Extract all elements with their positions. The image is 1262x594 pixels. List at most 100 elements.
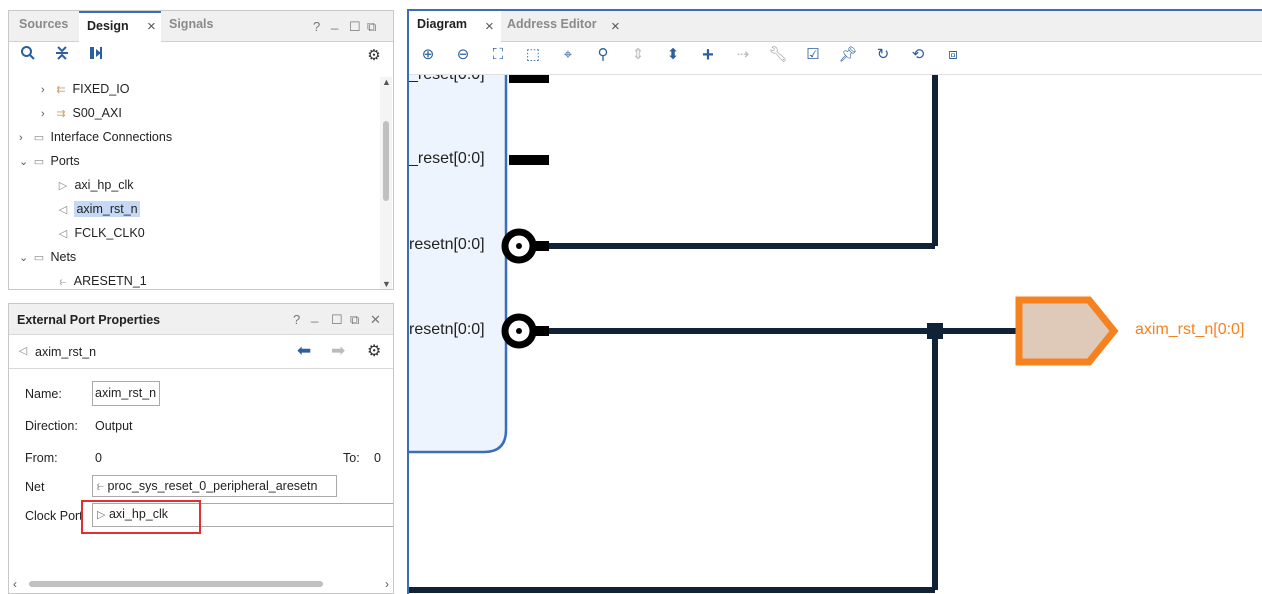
tree-item-nets[interactable]: ⌄ ▭ Nets <box>19 247 76 267</box>
search-icon[interactable] <box>17 45 39 67</box>
tree-item-label: Interface Connections <box>50 130 173 144</box>
wrench-icon[interactable]: 🔧︎ <box>767 44 789 66</box>
help-icon[interactable]: ? <box>293 312 300 327</box>
close-icon[interactable]: ✕ <box>370 312 381 328</box>
ip-block <box>409 75 508 454</box>
maximize-icon[interactable]: ☐ <box>331 312 343 328</box>
highlight-box <box>81 500 201 534</box>
chevron-down-icon[interactable]: ⌄ <box>19 152 31 172</box>
minimize-icon[interactable]: _ <box>311 308 318 323</box>
tab-signals[interactable]: Signals <box>161 11 221 41</box>
close-icon[interactable]: × <box>611 18 620 35</box>
name-label: Name: <box>25 387 62 401</box>
back-arrow-icon[interactable]: ⬅ <box>297 341 311 361</box>
tree-item-axim-rst-n[interactable]: ◁ axim_rst_n <box>55 199 140 219</box>
collapse-all-icon[interactable] <box>51 45 73 67</box>
help-icon[interactable]: ? <box>313 19 320 34</box>
pin-stub <box>509 155 549 165</box>
pin-label: resetn[0:0] <box>409 236 485 253</box>
maximize-icon[interactable]: ☐ <box>349 19 361 35</box>
scrollbar-thumb[interactable] <box>29 581 323 587</box>
float-icon[interactable]: ⧉ <box>350 312 359 328</box>
add-ip-icon[interactable]: + <box>697 44 719 66</box>
float-icon[interactable]: ⧉ <box>367 19 376 35</box>
tree-item-interface-connections[interactable]: › ▭ Interface Connections <box>19 127 172 147</box>
sources-panel: Sources Design × Signals ? _ ☐ ⧉ ⚙ › ⇇ FI… <box>8 10 394 290</box>
tree-item-ports[interactable]: ⌄ ▭ Ports <box>19 151 80 171</box>
search-icon[interactable]: ⚲ <box>592 44 614 66</box>
tree-item-s00-axi[interactable]: › ⇉ S00_AXI <box>41 103 122 123</box>
interface-port-icon: ⇇ <box>56 84 66 96</box>
direction-label: Direction: <box>25 419 78 433</box>
zoom-fit-icon[interactable]: ⛶ <box>487 44 509 66</box>
close-icon[interactable]: × <box>485 18 494 35</box>
tab-sources[interactable]: Sources <box>11 11 76 41</box>
tree-scrollbar[interactable]: ▲ ▼ <box>380 77 392 289</box>
refresh-icon[interactable]: ↻ <box>872 44 894 66</box>
output-port-icon: ◁ <box>58 228 68 240</box>
net-field[interactable]: ⥼ proc_sys_reset_0_peripheral_aresetn <box>92 475 337 497</box>
properties-body: Name: axim_rst_n Direction: Output From:… <box>9 370 393 576</box>
diagram-tabbar: Diagram × Address Editor × <box>409 11 1262 42</box>
minimize-icon[interactable]: _ <box>331 15 338 30</box>
pin-label: _reset[0:0] <box>409 75 485 84</box>
pin-inverted <box>501 228 549 264</box>
zoom-out-icon[interactable]: ⊖ <box>452 44 474 66</box>
crosshair-icon[interactable]: ⌖ <box>557 44 579 66</box>
scroll-up-icon[interactable]: ▲ <box>382 77 391 87</box>
validate-icon[interactable]: ☑ <box>802 44 824 66</box>
tree-item-label: axim_rst_n <box>74 201 140 217</box>
settings-gear-icon[interactable]: ⚙ <box>363 45 385 67</box>
make-external-icon[interactable]: ⇢ <box>732 44 754 66</box>
external-port-label[interactable]: axim_rst_n[0:0] <box>1135 321 1244 339</box>
chevron-right-icon[interactable]: › <box>41 104 53 124</box>
net-icon: ⥼ <box>97 479 105 493</box>
folder-icon: ▭ <box>33 252 45 264</box>
scroll-left-icon[interactable]: ‹ <box>13 577 17 591</box>
pin-stub <box>509 75 549 83</box>
object-name: axim_rst_n <box>35 345 97 359</box>
folder-icon: ▭ <box>33 156 45 168</box>
tree-item-fixed-io[interactable]: › ⇇ FIXED_IO <box>41 79 129 99</box>
close-icon[interactable]: × <box>147 18 156 35</box>
collapse-all-icon[interactable]: ⇕ <box>627 44 649 66</box>
zoom-in-icon[interactable]: ⊕ <box>417 44 439 66</box>
forward-arrow-icon[interactable]: ➡ <box>331 341 345 361</box>
properties-panel: External Port Properties ? _ ☐ ⧉ ✕ ◁ axi… <box>8 303 394 594</box>
chevron-right-icon[interactable]: › <box>19 128 31 148</box>
design-tree: › ⇇ FIXED_IO › ⇉ S00_AXI › ▭ Interface Conn… <box>9 77 381 289</box>
tree-item-label: S00_AXI <box>72 106 122 120</box>
horizontal-scrollbar[interactable]: ‹ › <box>9 577 393 591</box>
tree-item-label: FCLK_CLK0 <box>74 226 145 240</box>
tree-item-label: FIXED_IO <box>72 82 130 96</box>
pin-inverted <box>501 313 549 349</box>
from-value: 0 <box>95 451 102 465</box>
tree-item-axi-hp-clk[interactable]: ▷ axi_hp_clk <box>55 175 134 195</box>
panel-title: External Port Properties <box>17 313 161 327</box>
expand-all-icon[interactable]: ⬍ <box>662 44 684 66</box>
settings-gear-icon[interactable]: ⚙ <box>367 341 381 361</box>
scroll-down-icon[interactable]: ▼ <box>382 279 391 289</box>
properties-header: External Port Properties ? _ ☐ ⧉ ✕ <box>9 304 393 335</box>
diagram-canvas[interactable]: _reset[0:0] _reset[0:0] resetn[0:0] rese… <box>409 75 1262 594</box>
chevron-down-icon[interactable]: ⌄ <box>19 248 31 268</box>
to-value: 0 <box>374 451 381 465</box>
regenerate-layout-icon[interactable]: ⟲ <box>907 44 929 66</box>
tree-item-fclk-clk0[interactable]: ◁ FCLK_CLK0 <box>55 223 145 243</box>
diagram-panel: Diagram × Address Editor × ⊕ ⊖ ⛶ ⬚ ⌖ ⚲ ⇕… <box>407 9 1262 594</box>
scrollbar-thumb[interactable] <box>383 121 389 201</box>
tab-address-editor[interactable]: Address Editor <box>499 11 605 41</box>
block-icon[interactable]: ⧈ <box>942 44 964 66</box>
scroll-right-icon[interactable]: › <box>385 577 389 591</box>
expand-all-icon[interactable] <box>85 45 107 67</box>
pin-icon[interactable]: 📌︎ <box>837 44 859 66</box>
name-field[interactable]: axim_rst_n <box>92 381 160 406</box>
tree-item-aresetn-1[interactable]: ⥼ ARESETN_1 <box>55 271 147 289</box>
interface-port-icon: ⇉ <box>56 108 66 120</box>
net-label: Net <box>25 480 45 494</box>
tree-item-label: Nets <box>50 250 77 264</box>
direction-value: Output <box>95 419 133 433</box>
sources-tabbar: Sources Design × Signals ? _ ☐ ⧉ <box>9 11 393 42</box>
fit-selection-icon[interactable]: ⬚ <box>522 44 544 66</box>
chevron-right-icon[interactable]: › <box>41 80 53 100</box>
